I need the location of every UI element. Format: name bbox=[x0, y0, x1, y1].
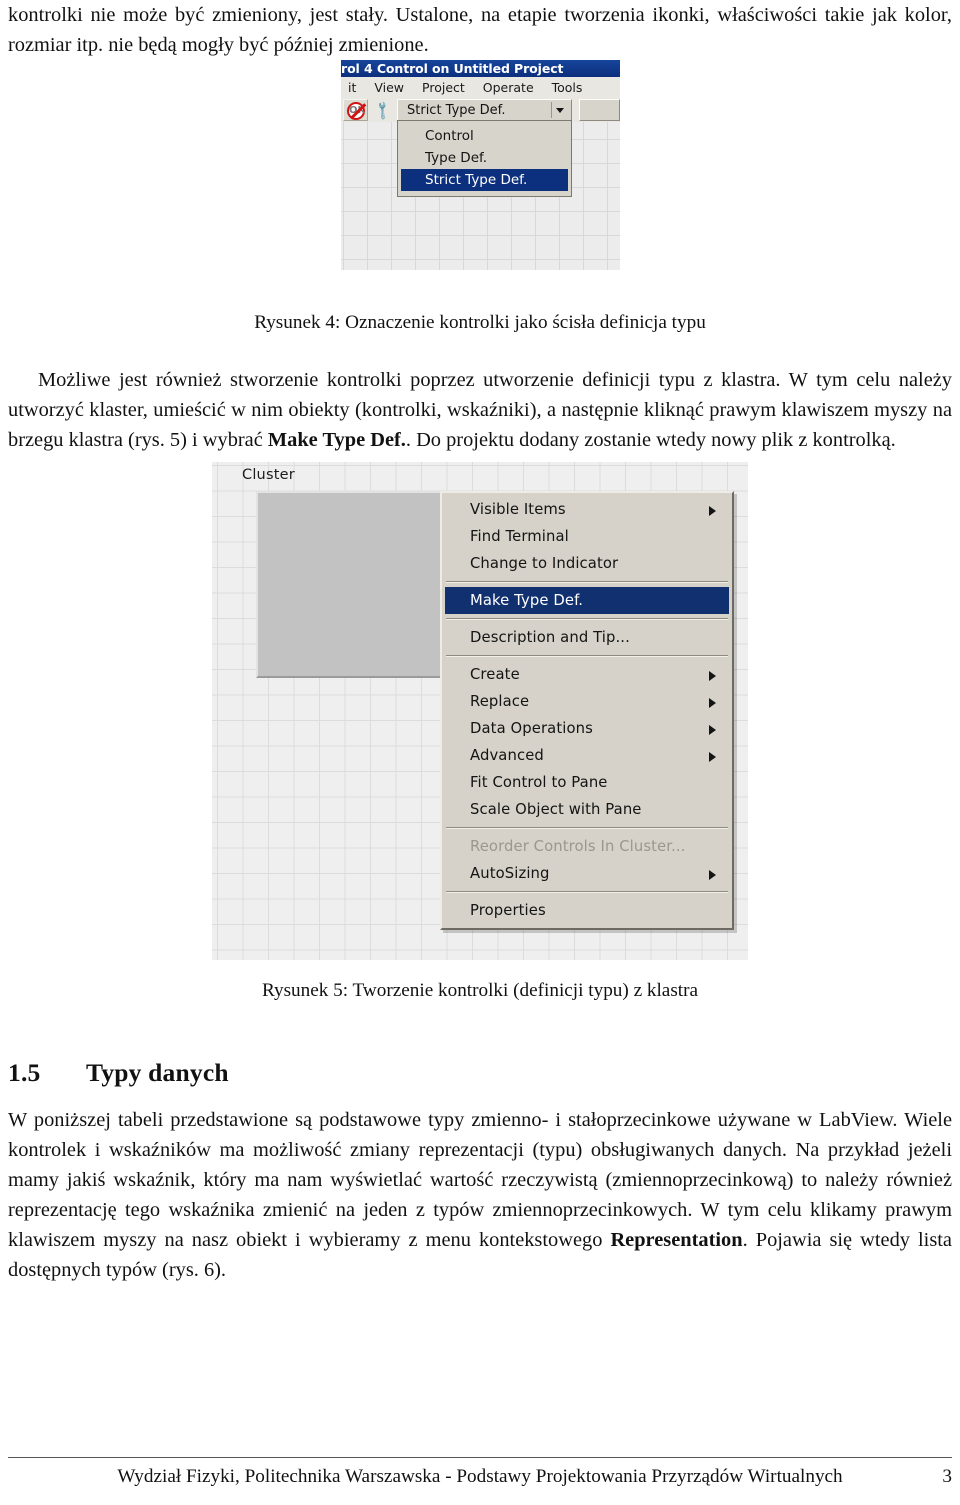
submenu-arrow-icon bbox=[709, 506, 716, 516]
ctx-label: AutoSizing bbox=[470, 865, 550, 882]
section-heading: 1.5 Typy danych bbox=[8, 1058, 229, 1088]
fig4-menu-item-tools[interactable]: Tools bbox=[545, 77, 590, 98]
paragraph-middle-post: . Do projektu dodany zostanie wtedy nowy… bbox=[405, 429, 896, 451]
ctx-label: Properties bbox=[470, 902, 546, 919]
document-page: kontrolki nie może być zmieniony, jest s… bbox=[0, 0, 960, 1505]
submenu-arrow-icon bbox=[709, 870, 716, 880]
fig4-menubar: it View Project Operate Tools bbox=[341, 77, 620, 99]
fig4-dropdown-option-control[interactable]: Control bbox=[398, 125, 571, 147]
fig4-type-combobox-arrow[interactable] bbox=[551, 102, 569, 118]
fig4-menu-item-edit[interactable]: it bbox=[341, 77, 363, 98]
wrench-icon: 🔧 bbox=[371, 100, 394, 122]
ctx-item-scale-object-with-pane[interactable]: Scale Object with Pane bbox=[442, 796, 732, 823]
ok-broken-icon: OK bbox=[347, 102, 365, 120]
fig4-dropdown-option-strict-type-def[interactable]: Strict Type Def. bbox=[401, 169, 568, 191]
submenu-arrow-icon bbox=[709, 698, 716, 708]
fig4-type-combobox-value: Strict Type Def. bbox=[407, 103, 506, 118]
fig4-dropdown-option-type-def[interactable]: Type Def. bbox=[398, 147, 571, 169]
paragraph-intro-text: kontrolki nie może być zmieniony, jest s… bbox=[8, 4, 952, 56]
ctx-label: Data Operations bbox=[470, 720, 593, 737]
ctx-item-create[interactable]: Create bbox=[442, 661, 732, 688]
ctx-separator bbox=[446, 827, 728, 829]
ctx-separator bbox=[446, 891, 728, 893]
ctx-label: Replace bbox=[470, 693, 530, 710]
fig4-menu-item-operate[interactable]: Operate bbox=[476, 77, 541, 98]
fig4-menu-item-project[interactable]: Project bbox=[415, 77, 472, 98]
footer-divider bbox=[8, 1457, 952, 1458]
ok-broken-icon-label: OK bbox=[349, 105, 366, 116]
ctx-item-fit-control-to-pane[interactable]: Fit Control to Pane bbox=[442, 769, 732, 796]
ctx-item-reorder-controls-in-cluster: Reorder Controls In Cluster... bbox=[442, 833, 732, 860]
fig4-secondary-combobox[interactable] bbox=[579, 99, 620, 121]
paragraph-middle: Możliwe jest również stworzenie kontrolk… bbox=[8, 365, 952, 455]
fig5-cluster-box[interactable] bbox=[256, 491, 448, 678]
ctx-item-make-type-def[interactable]: Make Type Def. bbox=[445, 587, 729, 614]
figure-4-image: rol 4 Control on Untitled Project it Vie… bbox=[341, 60, 620, 270]
fig4-window-titlebar: rol 4 Control on Untitled Project bbox=[341, 60, 620, 77]
ctx-label: Reorder Controls In Cluster... bbox=[470, 838, 686, 855]
paragraph-intro: kontrolki nie może być zmieniony, jest s… bbox=[8, 0, 952, 60]
ctx-item-change-to-indicator[interactable]: Change to Indicator bbox=[442, 550, 732, 577]
ctx-item-visible-items[interactable]: Visible Items bbox=[442, 496, 732, 523]
ctx-label: Find Terminal bbox=[470, 528, 569, 545]
footer-page-number: 3 bbox=[942, 1466, 952, 1487]
ctx-label: Scale Object with Pane bbox=[470, 801, 642, 818]
figure-5-caption: Rysunek 5: Tworzenie kontrolki (definicj… bbox=[261, 980, 699, 1001]
ctx-item-autosizing[interactable]: AutoSizing bbox=[442, 860, 732, 887]
ctx-item-data-operations[interactable]: Data Operations bbox=[442, 715, 732, 742]
figure-5-image: Cluster Visible Items Find Terminal Chan… bbox=[212, 462, 748, 960]
ctx-label: Fit Control to Pane bbox=[470, 774, 608, 791]
fig4-wrench-button[interactable]: 🔧 bbox=[368, 99, 394, 122]
submenu-arrow-icon bbox=[709, 752, 716, 762]
ctx-label: Make Type Def. bbox=[470, 592, 584, 609]
submenu-arrow-icon bbox=[709, 725, 716, 735]
ctx-separator bbox=[446, 655, 728, 657]
ctx-separator bbox=[446, 618, 728, 620]
chevron-down-icon bbox=[556, 108, 564, 113]
ctx-item-find-terminal[interactable]: Find Terminal bbox=[442, 523, 732, 550]
fig5-context-menu[interactable]: Visible Items Find Terminal Change to In… bbox=[440, 491, 734, 930]
fig5-cluster-label: Cluster bbox=[242, 467, 295, 483]
figure-4-caption: Rysunek 4: Oznaczenie kontrolki jako ści… bbox=[254, 312, 706, 333]
fig4-window-title: rol 4 Control on Untitled Project bbox=[341, 61, 564, 76]
ctx-item-replace[interactable]: Replace bbox=[442, 688, 732, 715]
ctx-label: Advanced bbox=[470, 747, 544, 764]
section-heading-number: 1.5 bbox=[8, 1058, 41, 1087]
ctx-label: Visible Items bbox=[470, 501, 566, 518]
ctx-label: Change to Indicator bbox=[470, 555, 619, 572]
footer-text: Wydział Fizyki, Politechnika Warszawska … bbox=[117, 1466, 843, 1487]
ctx-separator bbox=[446, 581, 728, 583]
fig4-type-dropdown-list[interactable]: Control Type Def. Strict Type Def. bbox=[397, 120, 572, 197]
ctx-item-advanced[interactable]: Advanced bbox=[442, 742, 732, 769]
ctx-label: Create bbox=[470, 666, 520, 683]
section-heading-title: Typy danych bbox=[86, 1058, 229, 1087]
ctx-item-description-and-tip[interactable]: Description and Tip... bbox=[442, 624, 732, 651]
fig4-type-combobox[interactable]: Strict Type Def. bbox=[397, 99, 572, 121]
paragraph-last-bold: Representation bbox=[610, 1229, 743, 1251]
submenu-arrow-icon bbox=[709, 671, 716, 681]
fig4-broken-run-button[interactable]: OK bbox=[343, 99, 368, 121]
paragraph-middle-bold: Make Type Def. bbox=[267, 429, 406, 451]
fig4-menu-item-view[interactable]: View bbox=[367, 77, 411, 98]
page-footer: Wydział Fizyki, Politechnika Warszawska … bbox=[8, 1466, 952, 1488]
ctx-item-properties[interactable]: Properties bbox=[442, 897, 732, 924]
paragraph-last: W poniższej tabeli przedstawione są pods… bbox=[8, 1105, 952, 1285]
ctx-label: Description and Tip... bbox=[470, 629, 630, 646]
